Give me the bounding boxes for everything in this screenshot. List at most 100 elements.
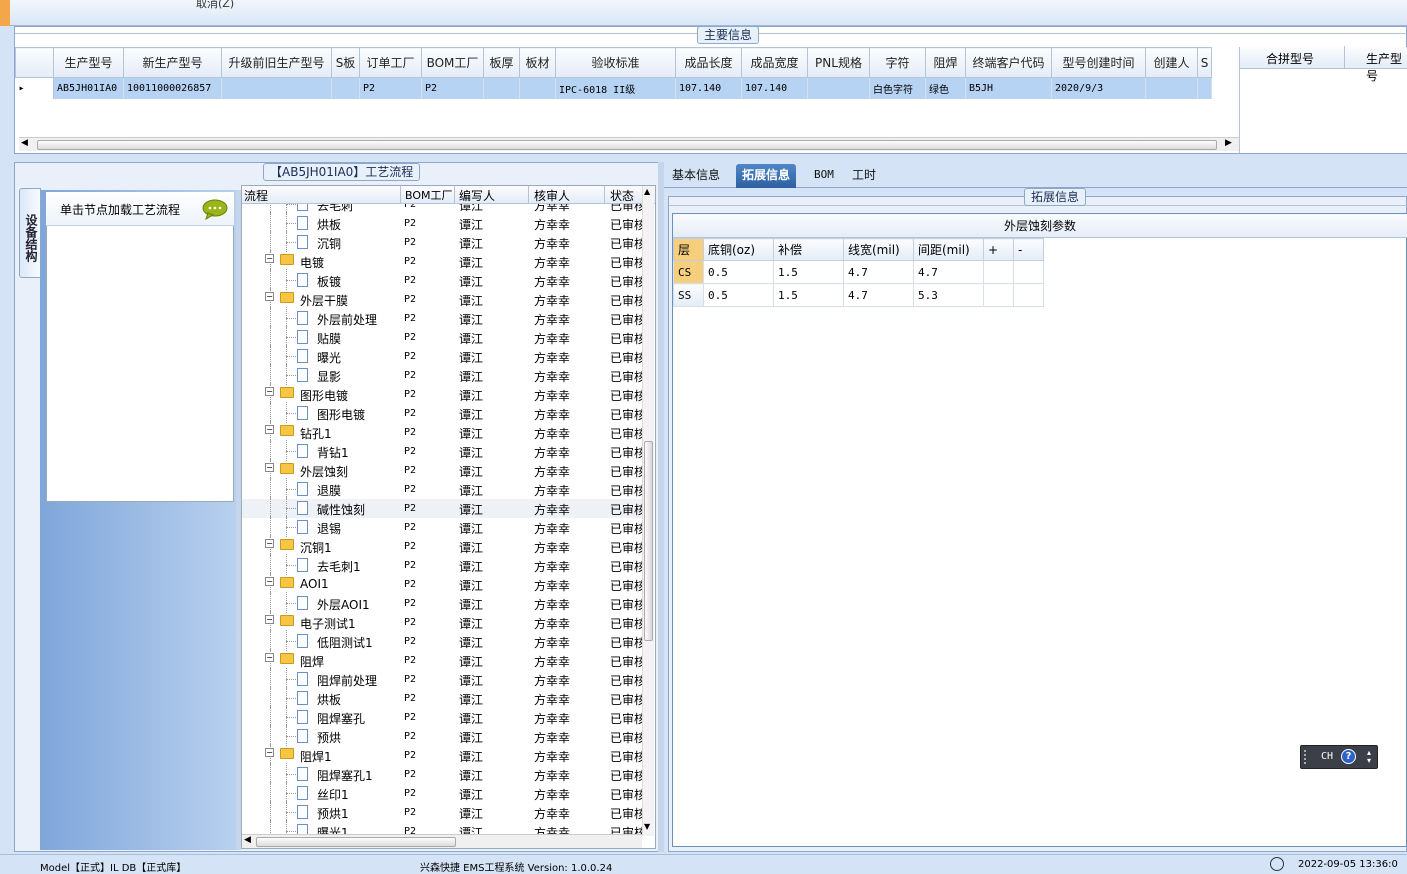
tree-row[interactable]: 外层前处理 P2 谭江 方幸幸 已审核 bbox=[242, 307, 642, 328]
tree-row[interactable]: − 电镀 P2 谭江 方幸幸 已审核 bbox=[242, 250, 642, 271]
collapse-icon[interactable]: − bbox=[265, 387, 274, 396]
help-icon[interactable]: ? bbox=[1341, 749, 1356, 764]
tree-col-status[interactable]: 状态 bbox=[610, 187, 634, 204]
main-col-header[interactable]: 成品长度 bbox=[675, 47, 742, 78]
main-col-header[interactable]: 成品宽度 bbox=[741, 47, 808, 78]
main-col-header[interactable]: 型号创建时间 bbox=[1051, 47, 1146, 78]
main-cell[interactable]: 绿色 bbox=[925, 77, 966, 99]
main-cell[interactable] bbox=[483, 77, 520, 99]
main-col-header[interactable]: 字符 bbox=[869, 47, 926, 78]
main-cell[interactable]: AB5JH01IA0 bbox=[53, 77, 124, 99]
tab-work-hours[interactable]: 工时 bbox=[846, 164, 882, 188]
tree-row[interactable]: 丝印1 P2 谭江 方幸幸 已审核 bbox=[242, 782, 642, 803]
tree-row[interactable]: 去毛刺 P2 谭江 方幸幸 已审核 bbox=[242, 204, 642, 214]
collapse-icon[interactable]: − bbox=[265, 254, 274, 263]
main-col-header[interactable]: PNL规格 bbox=[807, 47, 870, 78]
ext-cell[interactable]: CS bbox=[673, 260, 704, 284]
tree-row[interactable]: − 阻焊 P2 谭江 方幸幸 已审核 bbox=[242, 649, 642, 670]
tree-row[interactable]: 显影 P2 谭江 方幸幸 已审核 bbox=[242, 364, 642, 385]
tree-row[interactable]: − 电子测试1 P2 谭江 方幸幸 已审核 bbox=[242, 611, 642, 632]
ext-cell[interactable]: 0.5 bbox=[703, 260, 774, 284]
tree-col-flow[interactable]: 流程 bbox=[244, 187, 268, 204]
main-col-header[interactable]: 板材 bbox=[519, 47, 556, 78]
tab-bom[interactable]: BOM bbox=[808, 164, 840, 188]
ext-col-header[interactable]: - bbox=[1013, 238, 1044, 261]
ext-cell[interactable]: 5.3 bbox=[913, 283, 984, 307]
tree-row[interactable]: 图形电镀 P2 谭江 方幸幸 已审核 bbox=[242, 402, 642, 423]
ext-cell[interactable]: 4.7 bbox=[843, 283, 914, 307]
ime-toolbar[interactable]: CH ? ▴ ▾ bbox=[1300, 745, 1378, 769]
tree-col-writer[interactable]: 编写人 bbox=[459, 187, 495, 204]
main-cell[interactable] bbox=[519, 77, 556, 99]
tree-row[interactable]: 碱性蚀刻 P2 谭江 方幸幸 已审核 bbox=[242, 497, 642, 518]
tree-row[interactable]: 外层AOI1 P2 谭江 方幸幸 已审核 bbox=[242, 592, 642, 613]
center-splitter[interactable] bbox=[658, 162, 664, 852]
ext-cell[interactable]: SS bbox=[673, 283, 704, 307]
main-hscrollbar[interactable]: ◀ ▶ bbox=[19, 137, 1253, 151]
tree-row[interactable]: 烘板 P2 谭江 方幸幸 已审核 bbox=[242, 212, 642, 233]
ext-cell[interactable]: 0.5 bbox=[703, 283, 774, 307]
main-cell[interactable]: B5JH bbox=[965, 77, 1052, 99]
collapse-icon[interactable]: − bbox=[265, 577, 274, 586]
tree-row[interactable]: 阻焊塞孔 P2 谭江 方幸幸 已审核 bbox=[242, 706, 642, 727]
main-col-header[interactable]: 新生产型号 bbox=[123, 47, 222, 78]
tree-row[interactable]: 低阻测试1 P2 谭江 方幸幸 已审核 bbox=[242, 630, 642, 651]
tree-row[interactable]: 预烘1 P2 谭江 方幸幸 已审核 bbox=[242, 801, 642, 822]
ime-menu-icon[interactable]: ▴ ▾ bbox=[1367, 749, 1371, 765]
collapse-icon[interactable]: − bbox=[265, 653, 274, 662]
main-col-header[interactable]: 终端客户代码 bbox=[965, 47, 1052, 78]
tree-row[interactable]: 曝光 P2 谭江 方幸幸 已审核 bbox=[242, 345, 642, 366]
table-row[interactable]: SS 0.5 1.5 4.7 5.3 bbox=[673, 283, 1044, 307]
chat-bubble-icon[interactable] bbox=[202, 198, 228, 220]
table-row[interactable]: CS 0.5 1.5 4.7 4.7 bbox=[673, 260, 1044, 284]
main-cell[interactable]: 107.140 bbox=[675, 77, 742, 99]
collapse-icon[interactable]: − bbox=[265, 292, 274, 301]
main-col-header[interactable]: 订单工厂 bbox=[359, 47, 422, 78]
main-cell[interactable]: IPC-6018 II级 bbox=[555, 77, 676, 99]
tab-extended-info[interactable]: 拓展信息 bbox=[736, 164, 797, 188]
main-cell[interactable]: P2 bbox=[421, 77, 484, 99]
tree-row[interactable]: 阻焊塞孔1 P2 谭江 方幸幸 已审核 bbox=[242, 763, 642, 784]
main-cell[interactable]: 白色字符 bbox=[869, 77, 926, 99]
tab-basic-info[interactable]: 基本信息 bbox=[666, 164, 726, 188]
ext-cell[interactable]: 4.7 bbox=[843, 260, 914, 284]
tree-vscrollbar[interactable]: ▲ ▼ bbox=[642, 186, 654, 836]
tree-row[interactable]: 曝光1 P2 谭江 方幸幸 已审核 bbox=[242, 820, 642, 834]
main-cell[interactable]: 10011000026857 bbox=[123, 77, 222, 99]
ext-cell[interactable] bbox=[1013, 283, 1044, 307]
tree-row[interactable]: − 阻焊1 P2 谭江 方幸幸 已审核 bbox=[242, 744, 642, 765]
main-cell[interactable] bbox=[807, 77, 870, 99]
main-cell[interactable] bbox=[331, 77, 360, 99]
main-col-header[interactable]: S板 bbox=[331, 47, 360, 78]
device-structure-tab[interactable]: 设备结构 bbox=[19, 188, 41, 278]
tree-hscroll-thumb[interactable] bbox=[256, 837, 456, 847]
scroll-down-icon[interactable]: ▼ bbox=[644, 822, 650, 831]
tree-row[interactable]: 贴膜 P2 谭江 方幸幸 已审核 bbox=[242, 326, 642, 347]
main-cell[interactable]: 107.140 bbox=[741, 77, 808, 99]
tree-col-bom[interactable]: BOM工厂 bbox=[405, 187, 453, 203]
main-col-header[interactable]: S bbox=[1197, 47, 1212, 78]
tree-hscrollbar[interactable]: ◀ bbox=[242, 834, 642, 848]
main-hscroll-thumb[interactable] bbox=[37, 140, 1217, 150]
ext-cell[interactable] bbox=[1013, 260, 1044, 284]
tree-row[interactable]: 沉铜 P2 谭江 方幸幸 已审核 bbox=[242, 231, 642, 252]
ext-col-header[interactable]: + bbox=[983, 238, 1014, 261]
collapse-icon[interactable]: − bbox=[265, 463, 274, 472]
scroll-left-icon[interactable]: ◀ bbox=[21, 138, 28, 148]
collapse-icon[interactable]: − bbox=[265, 748, 274, 757]
main-col-header[interactable]: 升级前旧生产型号 bbox=[221, 47, 332, 78]
tree-row[interactable]: − 钻孔1 P2 谭江 方幸幸 已审核 bbox=[242, 421, 642, 442]
tree-row[interactable]: − 图形电镀 P2 谭江 方幸幸 已审核 bbox=[242, 383, 642, 404]
main-cell[interactable] bbox=[1145, 77, 1198, 99]
collapse-icon[interactable]: − bbox=[265, 539, 274, 548]
main-cell[interactable] bbox=[1197, 77, 1212, 99]
ext-cell[interactable]: 4.7 bbox=[913, 260, 984, 284]
main-col-header[interactable]: 生产型号 bbox=[53, 47, 124, 78]
cancel-button[interactable]: 取消(Z) bbox=[196, 0, 234, 11]
tree-row[interactable]: 退膜 P2 谭江 方幸幸 已审核 bbox=[242, 478, 642, 499]
ext-cell[interactable]: 1.5 bbox=[773, 283, 844, 307]
tree-vscroll-thumb[interactable] bbox=[644, 441, 653, 641]
main-col-header[interactable]: BOM工厂 bbox=[421, 47, 484, 78]
ext-cell[interactable]: 1.5 bbox=[773, 260, 844, 284]
tree-row[interactable]: − 外层蚀刻 P2 谭江 方幸幸 已审核 bbox=[242, 459, 642, 480]
